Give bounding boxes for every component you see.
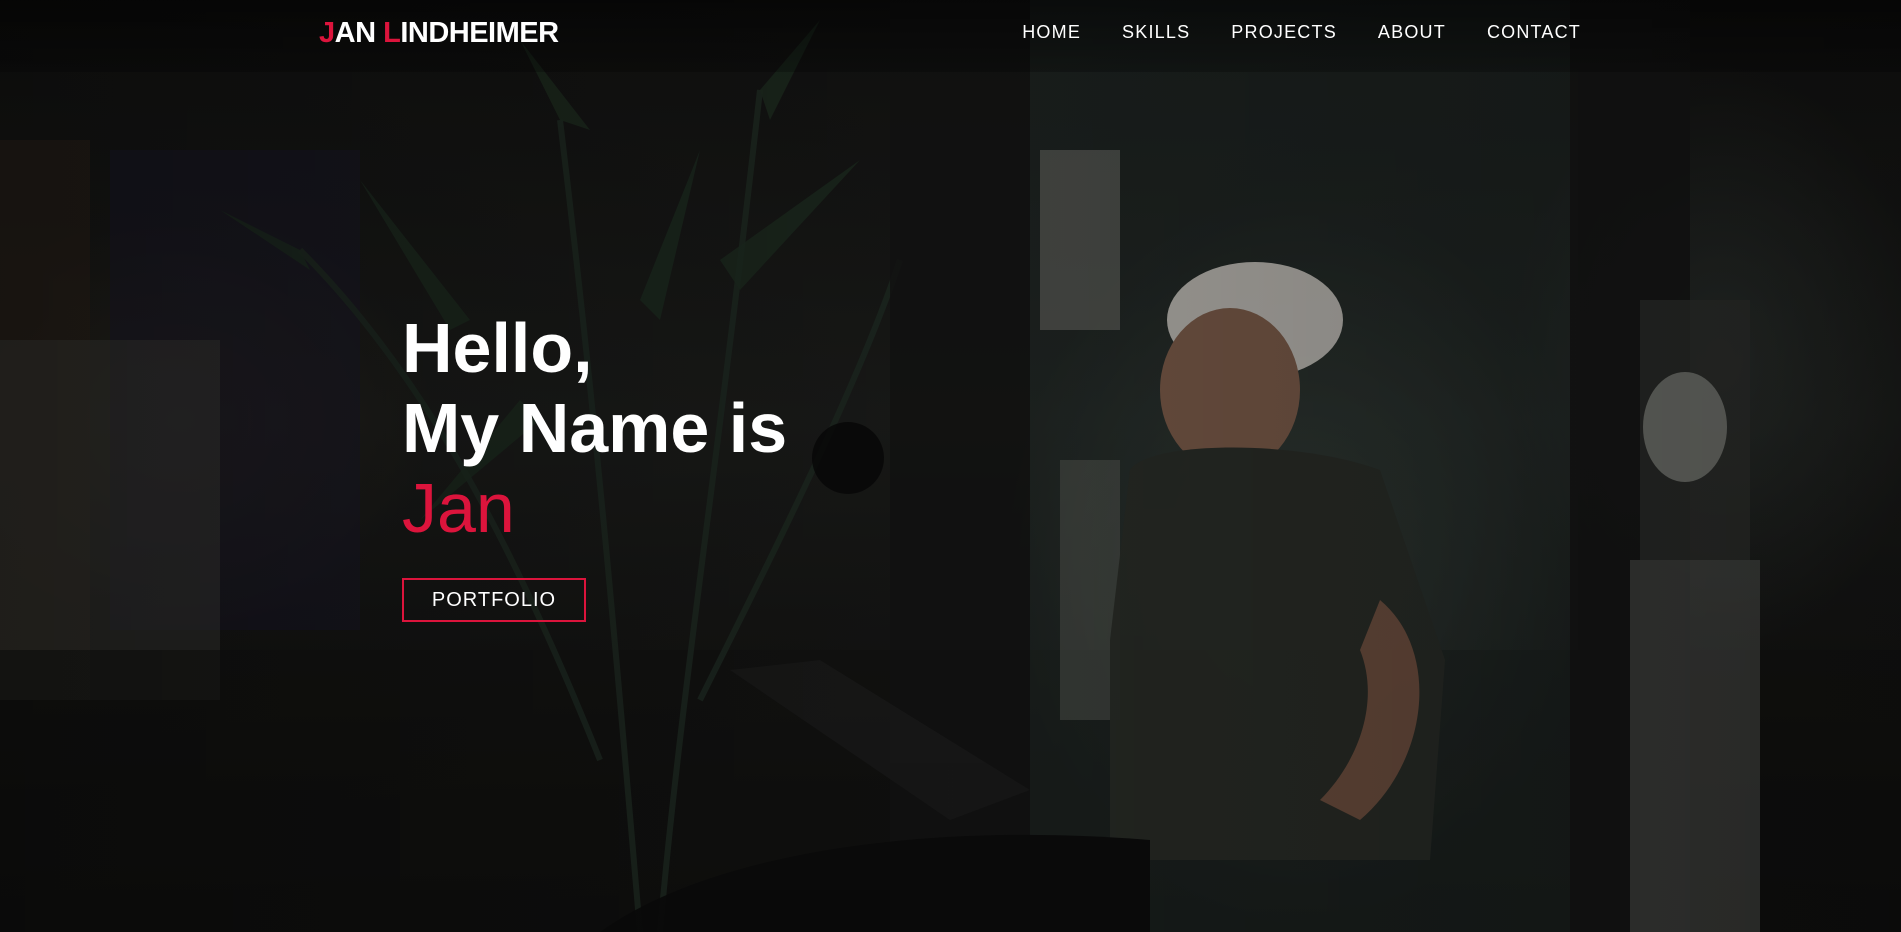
hero-intro-line: My Name is: [402, 389, 788, 467]
nav-link-home[interactable]: HOME: [1022, 22, 1081, 43]
nav-link-skills[interactable]: SKILLS: [1122, 22, 1190, 43]
portfolio-button[interactable]: PORTFOLIO: [402, 578, 586, 622]
nav-link-about[interactable]: ABOUT: [1378, 22, 1446, 43]
nav-links: HOME SKILLS PROJECTS ABOUT CONTACT: [981, 22, 1581, 43]
brand-last-initial: L: [383, 17, 401, 49]
brand-last-rest: INDHEIMER: [400, 17, 559, 49]
hero-name: Jan: [402, 469, 515, 547]
brand-logo-link[interactable]: JAN LINDHEIMER: [319, 17, 559, 50]
top-navbar: JAN LINDHEIMER HOME SKILLS PROJECTS ABOU…: [0, 0, 1901, 72]
nav-link-projects[interactable]: PROJECTS: [1231, 22, 1337, 43]
hero-greeting-line: Hello,: [402, 309, 593, 387]
page: JAN LINDHEIMER HOME SKILLS PROJECTS ABOU…: [0, 0, 1901, 932]
hero-dark-overlay: [0, 0, 1901, 932]
brand-first-rest: AN: [334, 17, 384, 49]
hero-heading: Hello, My Name is Jan: [402, 308, 787, 548]
brand-first-initial: J: [319, 17, 335, 49]
nav-link-contact[interactable]: CONTACT: [1487, 22, 1581, 43]
